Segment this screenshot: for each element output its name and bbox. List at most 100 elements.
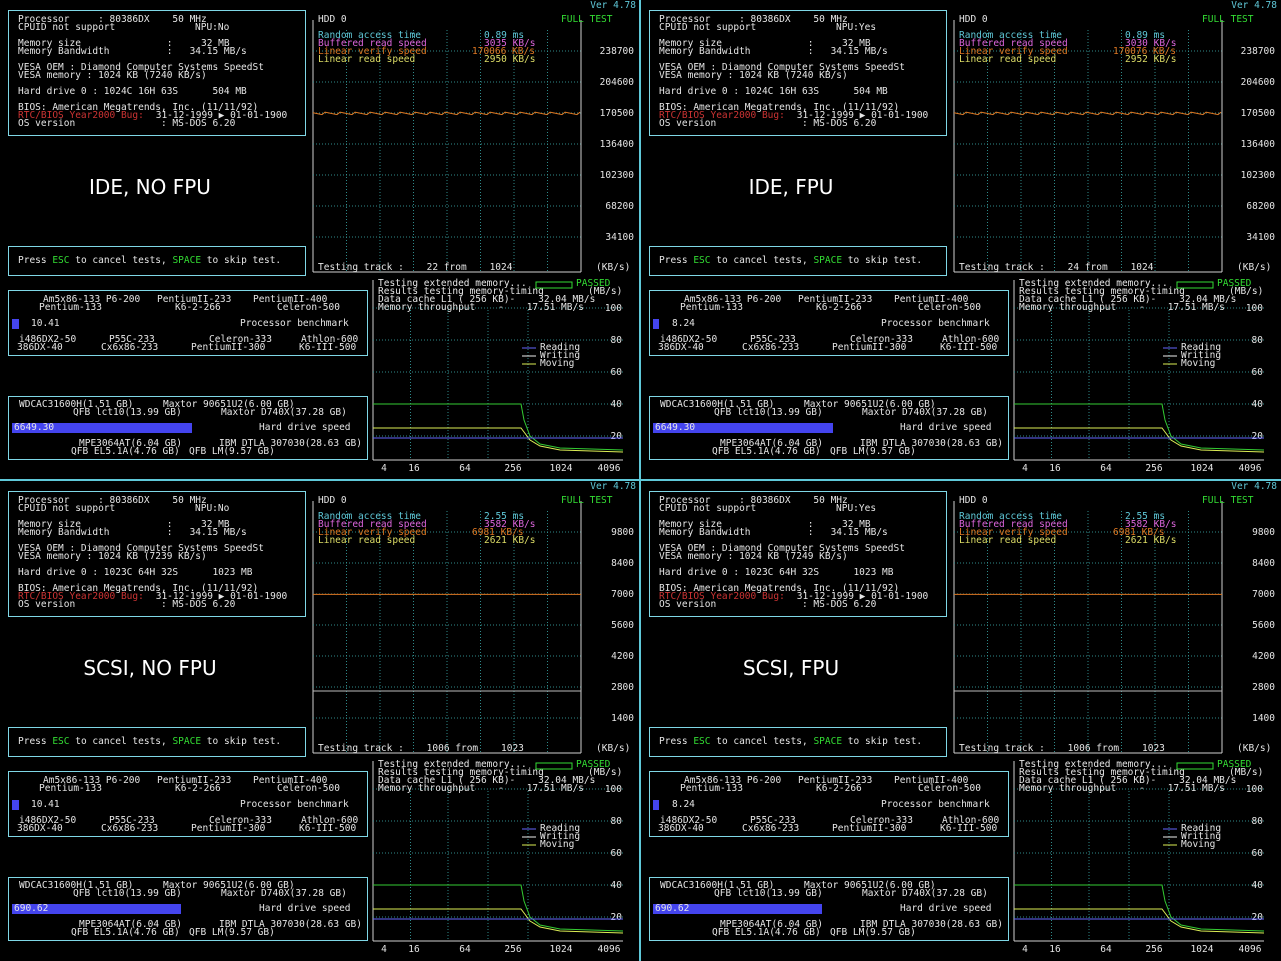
hdd-chart-ytick: 34100 [1246,232,1275,243]
memory-chart-ytick: 80 [611,335,623,346]
legend-moving: Moving [540,358,575,369]
hd-ref-mid-2: Maxtor D740X(37.28 GB) [862,407,988,418]
memory-chart-ytick: 60 [1252,367,1264,378]
linear-read-label: Linear read speed [318,54,416,65]
benchmark-panel-1: 238700 204600 170500 136400 102300 68200 34100… [0,0,640,480]
testing-track-text: Testing track : 1006 from 1023 [959,743,1165,754]
hd-ref-bot-4: QFB LM(9.57 GB) [189,446,275,457]
config-label: SCSI, FPU [742,656,840,680]
hd-ref-bot-3: QFB EL5.1A(4.76 GB) [712,927,821,938]
processor-benchmark-label: Processor benchmark [240,318,349,329]
memory-chart-xtick: 16 [1049,463,1061,474]
kbs-unit: (KB/s) [1237,262,1272,273]
full-test-label: FULL TEST [561,14,613,25]
processor-benchmark-box: Am5x86-133 P6-200 PentiumII-233 PentiumI… [8,771,368,837]
hard-drive-benchmark-box: WDCAC31600H(1.51 GB) Maxtor 90651U2(6.00… [649,877,1009,941]
memory-bandwidth-text: Memory Bandwidth : 34.15 MB/s [659,527,888,538]
hard-drive-speed-label: Hard drive speed [900,422,992,433]
cpu-ref-mid-1: Pentium-133 [39,783,102,794]
npu-text: NPU:Yes [836,22,877,33]
cpu-ref-mid-2: K6-2-266 [175,783,221,794]
system-info-box: Processor : 80386DX 50 MHz CPUID not sup… [8,491,306,617]
memory-chart-xtick: 1024 [1191,944,1214,955]
processor-benchmark-label: Processor benchmark [240,799,349,810]
memory-chart-xtick: 256 [504,463,521,474]
hdd-chart-ytick: 5600 [611,620,634,631]
hd-ref-bot-3: QFB EL5.1A(4.76 GB) [71,927,180,938]
vesa-memory-text: VESA memory : 1024 KB (7240 KB/s) [659,70,848,81]
hdd-chart-ytick: 102300 [600,170,635,181]
memory-chart-xtick: 4 [1022,463,1028,474]
hd-ref-mid-1: QFB lct10(13.99 GB) [714,888,823,899]
memory-chart-ytick: 40 [611,399,623,410]
cpu-ref-bot-5: 386DX-40 [17,342,63,353]
kbs-unit: (KB/s) [596,262,631,273]
hdd-chart-ytick: 204600 [600,77,635,88]
npu-text: NPU:No [195,503,230,514]
version-label: Ver 4.78 [1231,481,1277,492]
hdd-chart-ytick: 4200 [1252,651,1275,662]
config-label: IDE, NO FPU [89,175,211,199]
processor-score-bar [653,800,659,810]
processor-score: 8.24 [672,799,695,810]
processor-score: 8.24 [672,318,695,329]
memory-bandwidth-text: Memory Bandwidth : 34.15 MB/s [659,46,888,57]
horizontal-separator [0,479,1281,481]
cpu-ref-mid-2: K6-2-266 [816,302,862,313]
cpu-ref-bot-5: 386DX-40 [17,823,63,834]
hdd-chart-ytick: 9800 [1252,527,1275,538]
legend-moving: Moving [1181,358,1216,369]
memory-chart-ytick: 20 [611,431,623,442]
hard-drive-score: 6649.30 [655,422,696,433]
vesa-memory-text: VESA memory : 1024 KB (7239 KB/s) [18,551,207,562]
hdd-title: HDD 0 [318,14,347,25]
hdd-chart-ytick: 204600 [1241,77,1276,88]
hd-ref-bot-3: QFB EL5.1A(4.76 GB) [71,446,180,457]
hard-drive-benchmark-box: WDCAC31600H(1.51 GB) Maxtor 90651U2(6.00… [8,877,368,941]
memory-throughput-text: Memory throughput - 17.51 MB/s [378,783,584,794]
space-key-label: SPACE [813,736,843,747]
cpu-ref-bot-6: Cx6x86-233 [101,823,159,834]
hdd-title: HDD 0 [959,495,988,506]
cpu-ref-bot-8: K6-III-500 [940,823,998,834]
memory-chart-xtick: 16 [408,463,420,474]
hard-drive-benchmark-box: WDCAC31600H(1.51 GB) Maxtor 90651U2(6.00… [8,396,368,460]
hdd-chart-ytick: 170500 [600,108,635,119]
processor-benchmark-box: Am5x86-133 P6-200 PentiumII-233 PentiumI… [8,290,368,356]
memory-chart-xtick: 64 [1100,944,1112,955]
cpu-ref-mid-3: Celeron-500 [918,783,981,794]
hd-ref-mid-1: QFB lct10(13.99 GB) [73,888,182,899]
testing-track-text: Testing track : 24 from 1024 [959,262,1154,273]
hdd-title: HDD 0 [959,14,988,25]
legend-moving: Moving [540,839,575,850]
memory-chart-ytick: 80 [1252,816,1264,827]
linear-read-label: Linear read speed [318,535,416,546]
hard-drive-text: Hard drive 0 : 1024C 16H 63S 504 MB [18,86,247,97]
memory-chart-xtick: 4 [381,944,387,955]
processor-score-bar [12,319,19,329]
version-label: Ver 4.78 [590,0,636,11]
memory-chart-ytick: 20 [1252,912,1264,923]
memory-chart-xtick: 4096 [598,944,621,955]
linear-read-label: Linear read speed [959,54,1057,65]
hd-ref-mid-2: Maxtor D740X(37.28 GB) [862,888,988,899]
memory-chart-xtick: 16 [1049,944,1061,955]
hard-drive-benchmark-box: WDCAC31600H(1.51 GB) Maxtor 90651U2(6.00… [649,396,1009,460]
hard-drive-score: 690.62 [655,903,690,914]
cpu-ref-mid-1: Pentium-133 [680,302,743,313]
system-info-box: Processor : 80386DX 50 MHz CPUID not sup… [8,10,306,136]
processor-score: 10.41 [31,799,60,810]
memory-chart-xtick: 1024 [550,944,573,955]
instructions-text: Press ESC to cancel tests, SPACE to skip… [659,255,923,266]
cpu-ref-bot-6: Cx6x86-233 [101,342,159,353]
esc-key-label: ESC [693,736,711,747]
memory-chart-xtick: 16 [408,944,420,955]
processor-score-bar [653,319,659,329]
cpuid-text: CPUID not support [18,22,116,33]
memory-chart-ytick: 100 [1246,303,1263,314]
memory-chart-ytick: 100 [1246,784,1263,795]
vesa-memory-text: VESA memory : 1024 KB (7249 KB/s) [659,551,848,562]
hard-drive-speed-label: Hard drive speed [259,903,351,914]
hdd-chart-ytick: 68200 [605,201,634,212]
legend-moving: Moving [1181,839,1216,850]
